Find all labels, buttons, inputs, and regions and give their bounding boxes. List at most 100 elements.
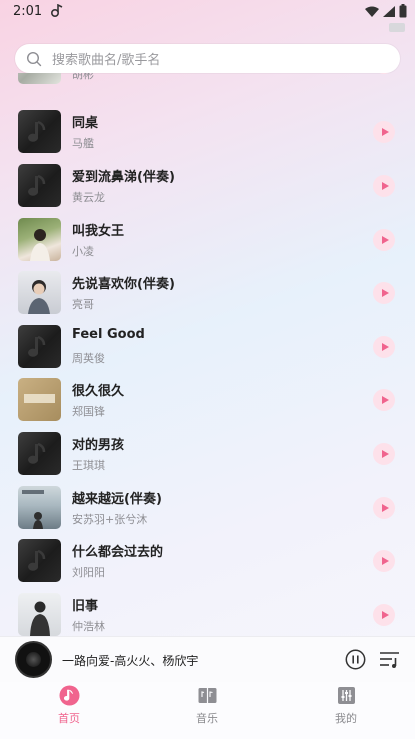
signal-icon bbox=[383, 5, 395, 17]
now-playing-title[interactable]: 一路向爱-高火火、杨欣宇 bbox=[62, 652, 198, 669]
play-button[interactable] bbox=[373, 121, 395, 143]
portrait-image bbox=[30, 601, 50, 636]
now-playing-disc[interactable] bbox=[15, 641, 52, 678]
music-book-icon bbox=[198, 688, 216, 703]
play-button[interactable] bbox=[373, 604, 395, 626]
album-cover bbox=[18, 593, 61, 636]
tab-bar: 首页 音乐 我的 bbox=[0, 682, 415, 739]
music-note-icon bbox=[28, 120, 46, 142]
play-icon bbox=[381, 504, 389, 512]
song-row[interactable]: 胡彬 bbox=[0, 73, 415, 89]
song-list[interactable]: 胡彬 同桌 马艦 爱到流鼻涕(伴奏) 黄云龙 叫我女王 小凌 先说喜欢你(伴奏)… bbox=[0, 73, 415, 636]
music-note-icon bbox=[59, 685, 79, 706]
album-cover bbox=[18, 539, 61, 582]
song-title: Feel Good bbox=[72, 327, 145, 342]
play-icon bbox=[381, 557, 389, 565]
tab-mine-label: 我的 bbox=[335, 712, 357, 725]
song-row[interactable]: 旧事 仲浩林 bbox=[0, 588, 415, 636]
song-row[interactable]: Feel Good 周英俊 bbox=[0, 320, 415, 373]
playlist-icon[interactable] bbox=[379, 650, 400, 669]
song-title: 先说喜欢你(伴奏) bbox=[72, 277, 175, 292]
song-title: 同桌 bbox=[72, 116, 99, 131]
music-note-icon bbox=[28, 549, 46, 571]
status-bar: 2:01 bbox=[0, 0, 415, 32]
song-row[interactable]: 同桌 马艦 bbox=[0, 105, 415, 158]
portrait-image bbox=[28, 280, 50, 314]
song-artist: 马艦 bbox=[72, 137, 94, 150]
song-row[interactable]: 叫我女王 小凌 bbox=[0, 213, 415, 266]
song-title: 叫我女王 bbox=[72, 224, 125, 239]
music-note-icon bbox=[28, 335, 46, 357]
play-button[interactable] bbox=[373, 497, 395, 519]
notification-icon bbox=[50, 4, 63, 18]
music-note-icon bbox=[28, 174, 46, 196]
wifi-icon bbox=[365, 6, 379, 17]
status-time: 2:01 bbox=[13, 4, 43, 19]
song-artist: 周英俊 bbox=[72, 352, 105, 365]
play-icon bbox=[381, 289, 389, 297]
album-cover bbox=[18, 218, 61, 261]
song-row[interactable]: 对的男孩 王琪琪 bbox=[0, 427, 415, 480]
tab-music-label: 音乐 bbox=[196, 712, 218, 725]
song-title: 爱到流鼻涕(伴奏) bbox=[72, 170, 175, 185]
play-icon bbox=[381, 182, 389, 190]
play-icon bbox=[381, 128, 389, 136]
play-icon bbox=[381, 236, 389, 244]
album-art-image bbox=[24, 394, 55, 403]
play-icon bbox=[381, 396, 389, 404]
song-artist: 亮哥 bbox=[72, 298, 94, 311]
play-button[interactable] bbox=[373, 389, 395, 411]
song-title: 越来越远(伴奏) bbox=[72, 492, 162, 507]
mini-player[interactable]: 一路向爱-高火火、杨欣宇 bbox=[0, 636, 415, 682]
album-cover bbox=[18, 325, 61, 368]
song-artist: 仲浩林 bbox=[72, 620, 105, 633]
pause-button[interactable] bbox=[345, 649, 366, 670]
song-artist: 小凌 bbox=[72, 245, 94, 258]
play-button[interactable] bbox=[373, 336, 395, 358]
song-artist: 刘阳阳 bbox=[72, 566, 105, 579]
song-artist: 王琪琪 bbox=[72, 459, 105, 472]
album-cover bbox=[18, 110, 61, 153]
status-badge bbox=[389, 23, 405, 32]
play-button[interactable] bbox=[373, 282, 395, 304]
song-artist: 郑国锋 bbox=[72, 405, 105, 418]
album-cover bbox=[18, 432, 61, 475]
play-button[interactable] bbox=[373, 550, 395, 572]
song-title: 很久很久 bbox=[72, 384, 125, 399]
album-cover bbox=[18, 486, 61, 529]
song-title: 对的男孩 bbox=[72, 438, 125, 453]
tab-home-label: 首页 bbox=[58, 712, 80, 725]
portrait-image bbox=[30, 229, 50, 261]
play-icon bbox=[381, 343, 389, 351]
album-cover bbox=[18, 271, 61, 314]
tab-mine[interactable]: 我的 bbox=[311, 685, 381, 735]
song-row[interactable]: 越来越远(伴奏) 安苏羽+张兮沐 bbox=[0, 481, 415, 534]
play-button[interactable] bbox=[373, 443, 395, 465]
album-art-image bbox=[22, 490, 44, 529]
album-cover bbox=[18, 378, 61, 421]
play-button[interactable] bbox=[373, 229, 395, 251]
search-placeholder[interactable]: 搜索歌曲名/歌手名 bbox=[52, 49, 160, 68]
play-button[interactable] bbox=[373, 73, 395, 74]
song-row[interactable]: 很久很久 郑国锋 bbox=[0, 373, 415, 426]
play-icon bbox=[381, 450, 389, 458]
album-cover bbox=[18, 164, 61, 207]
song-row[interactable]: 先说喜欢你(伴奏) 亮哥 bbox=[0, 266, 415, 319]
song-title: 旧事 bbox=[72, 599, 99, 614]
search-bar[interactable]: 搜索歌曲名/歌手名 bbox=[15, 44, 400, 73]
song-artist: 安苏羽+张兮沐 bbox=[72, 513, 148, 526]
song-artist: 黄云龙 bbox=[72, 191, 105, 204]
battery-icon bbox=[399, 4, 407, 18]
song-title: 什么都会过去的 bbox=[72, 545, 164, 560]
play-icon bbox=[381, 611, 389, 619]
music-note-icon bbox=[28, 442, 46, 464]
song-row[interactable]: 什么都会过去的 刘阳阳 bbox=[0, 534, 415, 587]
song-artist: 胡彬 bbox=[72, 73, 94, 81]
song-row[interactable]: 爱到流鼻涕(伴奏) 黄云龙 bbox=[0, 159, 415, 212]
play-button[interactable] bbox=[373, 175, 395, 197]
disc-center bbox=[26, 652, 41, 667]
search-icon bbox=[26, 51, 42, 66]
tab-home[interactable]: 首页 bbox=[34, 685, 104, 735]
tab-music[interactable]: 音乐 bbox=[172, 685, 242, 735]
mixer-icon bbox=[337, 687, 355, 704]
